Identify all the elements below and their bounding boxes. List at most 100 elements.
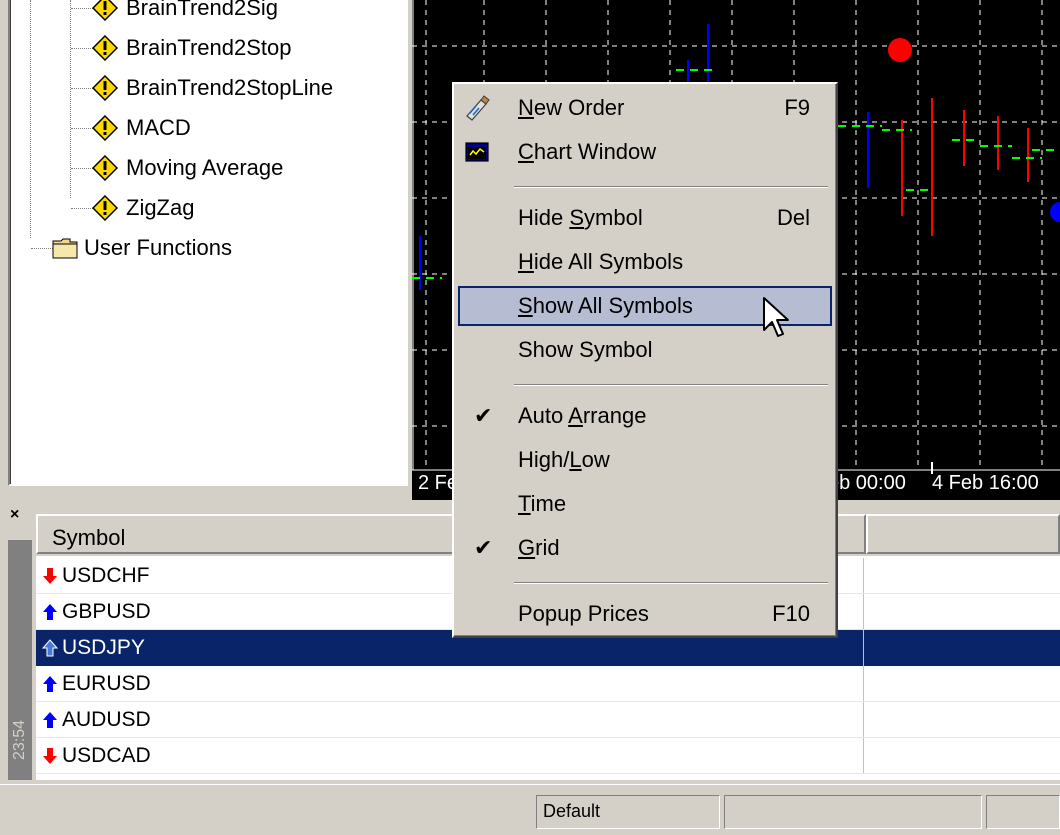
menu-label-text: rrange (582, 403, 647, 428)
signal-dot (888, 38, 912, 62)
symbol-name: GBPUSD (62, 600, 151, 623)
symbol-row[interactable]: EURUSD (36, 666, 1060, 702)
menu-item[interactable]: High/Low (458, 440, 832, 480)
menu-item-label: Hide Symbol (518, 198, 643, 238)
check-icon: ✔ (474, 403, 493, 428)
column-header-empty[interactable] (866, 514, 1060, 554)
check-icon: ✔ (474, 535, 493, 560)
arrow-up-icon (43, 676, 57, 692)
menu-item-label: Auto Arrange (518, 396, 646, 436)
menu-label-text: how All Symbols (532, 293, 693, 318)
menu-item[interactable]: ✔ Auto Arrange (458, 396, 832, 436)
tree-line (71, 128, 93, 129)
column-divider (863, 594, 864, 630)
time-axis-label: 4 Feb 16:00 (932, 472, 1039, 494)
column-divider (863, 630, 864, 666)
menu-label-text: Popup Prices (518, 601, 649, 626)
menu-label-accelerator: H (518, 249, 534, 274)
menu-item[interactable]: Hide All Symbols (458, 242, 832, 282)
menu-label-accelerator: S (518, 293, 533, 318)
status-bar: Default (0, 784, 1060, 835)
column-divider (863, 666, 864, 702)
symbol-row[interactable]: USDCAD (36, 738, 1060, 774)
symbol-name: EURUSD (62, 672, 151, 695)
tree-item-indicator[interactable]: BrainTrend2Stop (92, 28, 402, 68)
symbol-row[interactable]: AUDUSD (36, 702, 1060, 738)
menu-item-label: Popup Prices (518, 594, 649, 634)
column-divider (863, 738, 864, 774)
arrow-up-icon (43, 712, 57, 728)
menu-item[interactable]: Hide Symbol Del (458, 198, 832, 238)
status-profile: Default (536, 795, 720, 829)
folder-icon (52, 238, 78, 259)
arrow-up-icon (43, 604, 57, 620)
menu-label-text: rid (535, 535, 560, 560)
status-cell (724, 795, 982, 829)
tree-line (71, 88, 93, 89)
navigator-tree[interactable]: BrainTrend2Sig BrainTrend2Stop BrainTrend2… (8, 0, 408, 486)
new-order-icon (466, 95, 490, 121)
close-icon[interactable]: × (10, 506, 19, 524)
tree-item-label: User Functions (84, 235, 232, 260)
tree-item-label: BrainTrend2Stop (126, 35, 292, 60)
menu-item-label: Show Symbol (518, 330, 653, 370)
menu-label-accelerator: S (569, 205, 585, 230)
indicator-icon (92, 0, 118, 21)
tree-line (71, 208, 93, 209)
menu-item-label: Hide All Symbols (518, 242, 683, 282)
menu-item[interactable]: Chart Window (458, 132, 832, 172)
menu-item-label: Grid (518, 528, 560, 568)
menu-label-text: High/ (518, 447, 570, 472)
column-header-label: Symbol (52, 525, 126, 550)
indicator-icon (92, 195, 118, 221)
menu-label-text: ymbol (584, 205, 643, 230)
tree-item-indicator[interactable]: ZigZag (92, 188, 402, 228)
signal-dot (1050, 202, 1060, 222)
menu-item[interactable]: New Order F9 (458, 88, 832, 128)
menu-label-accelerator: C (518, 139, 534, 164)
mouse-cursor-icon (763, 297, 789, 337)
tree-line (71, 48, 93, 49)
menu-item[interactable]: Time (458, 484, 832, 524)
context-menu: New Order F9 Chart Window Hide Symbol Del Hid… (452, 82, 838, 638)
menu-label-text: ew Order (533, 95, 625, 120)
indicator-icon (92, 115, 118, 141)
symbol-name: USDCAD (62, 744, 151, 767)
tree-item-folder[interactable]: User Functions (52, 228, 392, 268)
menu-label-text: Hide (518, 205, 570, 230)
tree-item-indicator[interactable]: MACD (92, 108, 402, 148)
menu-separator (514, 384, 828, 386)
arrow-down-icon (43, 568, 57, 584)
symbol-name: USDCHF (62, 564, 150, 587)
server-time: 23:54 (11, 719, 28, 761)
menu-label-accelerator: A (568, 403, 583, 428)
tree-item-indicator[interactable]: BrainTrend2StopLine (92, 68, 402, 108)
menu-label-text: hart Window (533, 139, 657, 164)
menu-item-label: Chart Window (518, 132, 656, 172)
menu-label-text: ime (530, 491, 567, 516)
menu-separator (514, 186, 828, 188)
indicator-icon (92, 35, 118, 61)
symbol-name: USDJPY (62, 636, 145, 659)
navigator-panel: BrainTrend2Sig BrainTrend2Stop BrainTrend2… (0, 0, 412, 492)
menu-label-accelerator: L (569, 447, 582, 472)
tree-line (71, 8, 93, 9)
menu-item[interactable]: Popup Prices F10 (458, 594, 832, 634)
row-divider (36, 773, 1060, 774)
tree-line (31, 248, 53, 249)
tree-line (30, 0, 31, 238)
indicator-icon (92, 155, 118, 181)
tree-item-label: BrainTrend2Sig (126, 0, 279, 20)
menu-label-accelerator: N (518, 95, 534, 120)
menu-label-accelerator: G (518, 535, 536, 560)
tree-item-indicator[interactable]: BrainTrend2Sig (92, 0, 402, 28)
symbol-name: AUDUSD (62, 708, 151, 731)
tree-item-label: BrainTrend2StopLine (126, 75, 334, 100)
menu-item-shortcut: Del (776, 205, 810, 230)
menu-item[interactable]: ✔ Grid (458, 528, 832, 568)
menu-item-label: New Order (518, 88, 624, 128)
tree-item-label: ZigZag (126, 195, 195, 220)
tree-item-label: Moving Average (126, 155, 284, 180)
tree-item-label: MACD (126, 115, 191, 140)
tree-item-indicator[interactable]: Moving Average (92, 148, 402, 188)
